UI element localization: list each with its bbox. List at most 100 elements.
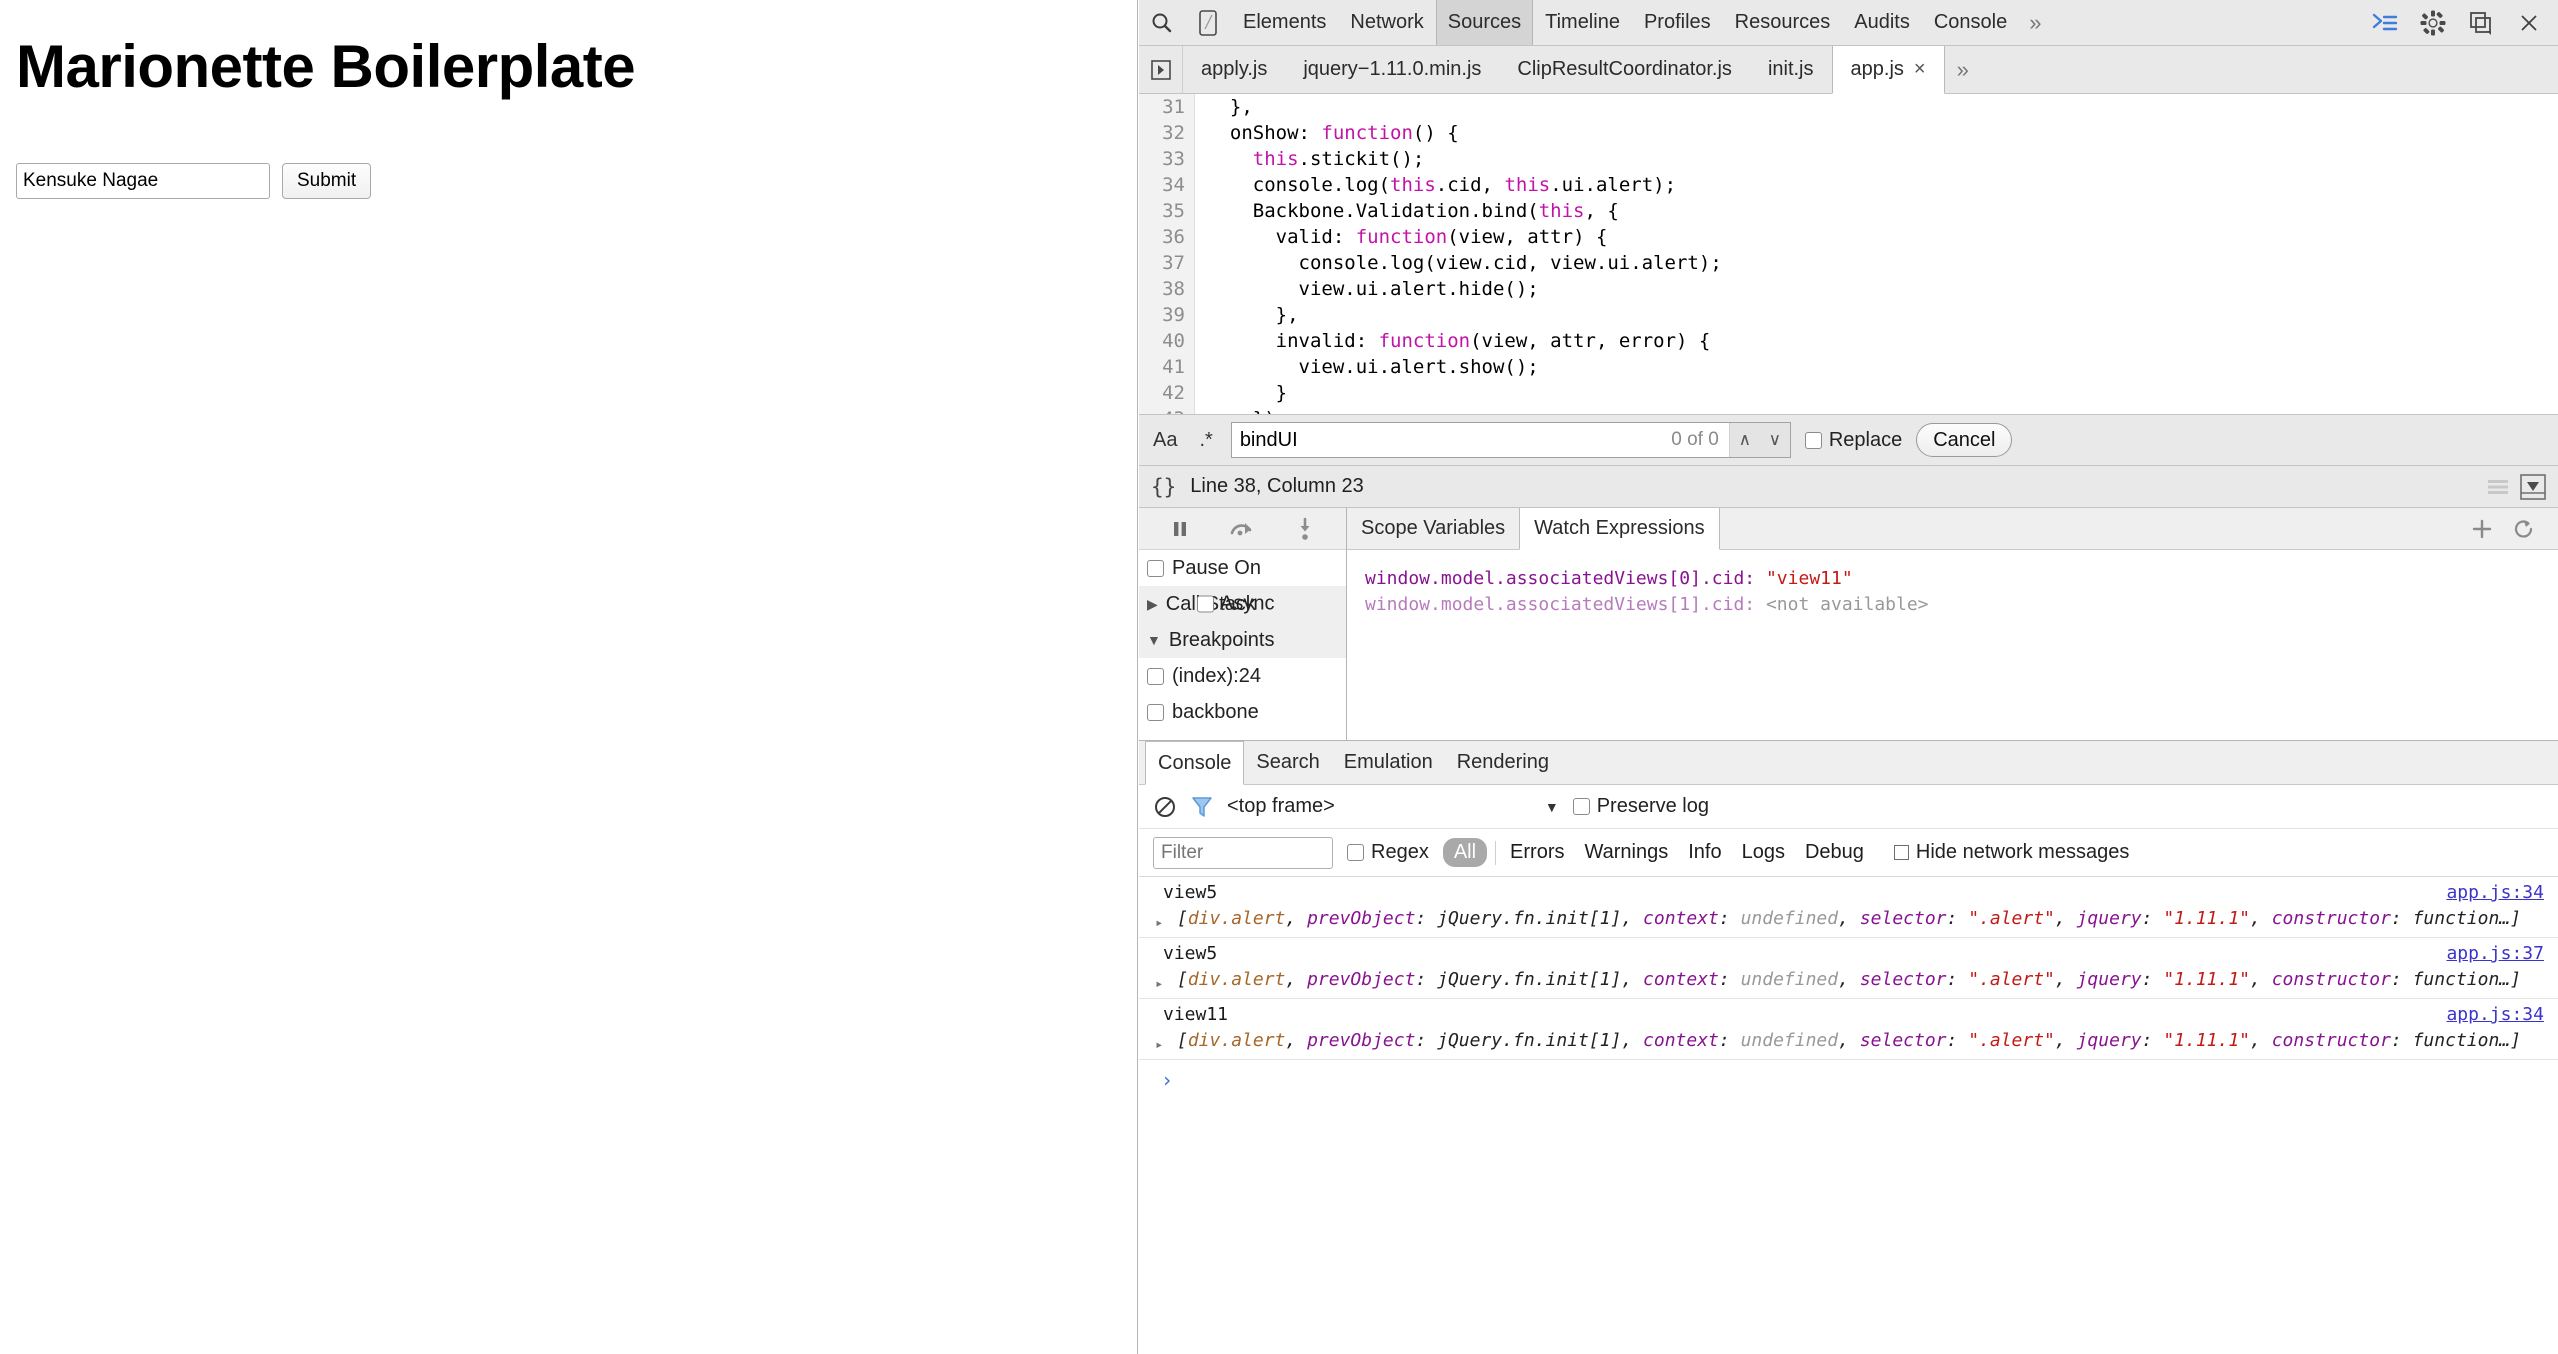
code-line[interactable]: 37 console.log(view.cid, view.ui.alert); — [1139, 250, 2558, 276]
code-line[interactable]: 42 } — [1139, 380, 2558, 406]
filter-input[interactable] — [1153, 836, 1333, 869]
line-number[interactable]: 38 — [1139, 276, 1195, 302]
cancel-button[interactable]: Cancel — [1916, 423, 2013, 457]
console-prompt[interactable]: › — [1139, 1060, 2558, 1101]
execution-context-selector[interactable]: <top frame> ▼ — [1227, 795, 1559, 818]
drawer-tab-console[interactable]: Console — [1145, 741, 1245, 785]
console-level-debug[interactable]: Debug — [1799, 839, 1870, 866]
step-into-icon[interactable] — [1288, 512, 1322, 546]
chevron-down-icon[interactable]: ▼ — [1545, 799, 1559, 815]
preserve-log-checkbox[interactable] — [1572, 798, 1590, 815]
panel-tab-network[interactable]: Network — [1338, 0, 1435, 45]
async-checkbox[interactable] — [1197, 595, 1214, 613]
console-message[interactable]: view5 app.js:37 ▸ [div.alert, prevObject: j… — [1139, 938, 2558, 999]
line-number[interactable]: 31 — [1139, 94, 1195, 120]
sidebar-row-pause-on-exceptions[interactable]: Pause On — [1139, 550, 1346, 586]
source-code-editor[interactable]: 31 }, 32 onShow: function() {33 this.stic… — [1139, 94, 2558, 414]
sidebar-section-breakpoints[interactable]: ▼ Breakpoints — [1139, 622, 1346, 658]
async-checkbox-group[interactable]: Async — [1197, 593, 1274, 616]
code-line[interactable]: 35 Backbone.Validation.bind(this, { — [1139, 198, 2558, 224]
code-line[interactable]: 38 view.ui.alert.hide(); — [1139, 276, 2558, 302]
watch-expression-row[interactable]: window.model.associatedViews[1].cid: <no… — [1365, 592, 2558, 618]
console-level-info[interactable]: Info — [1682, 839, 1727, 866]
close-icon[interactable]: × — [1914, 58, 1926, 81]
sidebar-row-breakpoint-backbone[interactable]: backbone — [1139, 694, 1346, 730]
watch-tab-scope-variables[interactable]: Scope Variables — [1347, 508, 1519, 549]
preserve-log-label[interactable]: Preserve log — [1572, 795, 1709, 818]
console-message-source-link[interactable]: app.js:34 — [2446, 880, 2544, 906]
drawer-tab-search[interactable]: Search — [1244, 741, 1331, 784]
sidebar-row-breakpoint-index-24[interactable]: (index):24 — [1139, 658, 1346, 694]
line-number[interactable]: 35 — [1139, 198, 1195, 224]
code-line[interactable]: 39 }, — [1139, 302, 2558, 328]
code-line[interactable]: 41 view.ui.alert.show(); — [1139, 354, 2558, 380]
hide-network-label[interactable]: Hide network messages — [1893, 841, 2129, 864]
code-line[interactable]: 31 }, — [1139, 94, 2558, 120]
panel-tab-resources[interactable]: Resources — [1723, 0, 1843, 45]
name-input[interactable] — [16, 163, 270, 199]
search-prev-button[interactable]: ∧ — [1730, 423, 1760, 457]
hide-network-checkbox[interactable] — [1893, 845, 1909, 860]
console-message[interactable]: view11 app.js:34 ▸ [div.alert, prevObject: … — [1139, 999, 2558, 1060]
replace-checkbox-label[interactable]: Replace — [1804, 429, 1902, 452]
match-case-toggle[interactable]: Aa — [1149, 429, 1181, 452]
console-level-logs[interactable]: Logs — [1736, 839, 1791, 866]
close-icon[interactable] — [2508, 0, 2550, 46]
sidebar-section-call-stack[interactable]: ▶ Call Stack Async — [1139, 586, 1346, 622]
settings-gear-icon[interactable] — [2412, 0, 2454, 46]
panel-tab-profiles[interactable]: Profiles — [1632, 0, 1723, 45]
file-tab-init-js[interactable]: init.js — [1750, 46, 1832, 93]
dock-side-icon[interactable] — [2460, 0, 2502, 46]
format-lines-icon[interactable] — [2486, 478, 2510, 496]
drawer-tab-rendering[interactable]: Rendering — [1445, 741, 1561, 784]
file-tab-jquery-1-11-0-min-js[interactable]: jquery−1.11.0.min.js — [1285, 46, 1499, 93]
console-message-source-link[interactable]: app.js:37 — [2446, 941, 2544, 967]
panel-tab-sources[interactable]: Sources — [1435, 0, 1534, 45]
console-message-source-link[interactable]: app.js:34 — [2446, 1002, 2544, 1028]
regex-filter-label[interactable]: Regex — [1347, 841, 1429, 864]
code-line[interactable]: 32 onShow: function() { — [1139, 120, 2558, 146]
line-number[interactable]: 43 — [1139, 406, 1195, 414]
line-number[interactable]: 33 — [1139, 146, 1195, 172]
console-level-errors[interactable]: Errors — [1504, 839, 1570, 866]
watch-expression-row[interactable]: window.model.associatedViews[0].cid: "vi… — [1365, 566, 2558, 592]
add-expression-icon[interactable] — [2470, 517, 2494, 541]
device-mode-icon[interactable] — [1185, 0, 1231, 45]
line-number[interactable]: 37 — [1139, 250, 1195, 276]
chevron-right-icon[interactable]: ▶ — [1147, 596, 1158, 613]
pause-on-exceptions-checkbox[interactable] — [1147, 559, 1164, 577]
line-number[interactable]: 40 — [1139, 328, 1195, 354]
code-line[interactable]: 40 invalid: function(view, attr, error) … — [1139, 328, 2558, 354]
console-drawer-icon[interactable] — [2364, 0, 2406, 46]
code-line[interactable]: 33 this.stickit(); — [1139, 146, 2558, 172]
step-over-icon[interactable] — [1225, 512, 1259, 546]
search-input[interactable] — [1231, 423, 1672, 457]
filter-funnel-icon[interactable] — [1191, 795, 1213, 819]
panel-tabs-overflow[interactable]: » — [2019, 0, 2051, 45]
console-level-all[interactable]: All — [1442, 838, 1488, 867]
line-number[interactable]: 34 — [1139, 172, 1195, 198]
pause-resume-icon[interactable] — [1163, 512, 1197, 546]
navigator-toggle-icon[interactable] — [1139, 46, 1183, 93]
code-line[interactable]: 43 }); — [1139, 406, 2558, 414]
dropdown-box-icon[interactable] — [2520, 473, 2546, 500]
panel-tab-console[interactable]: Console — [1922, 0, 2019, 45]
line-number[interactable]: 39 — [1139, 302, 1195, 328]
pretty-print-button[interactable]: {} — [1151, 475, 1176, 499]
expand-triangle-icon[interactable]: ▸ — [1155, 971, 1163, 997]
line-number[interactable]: 42 — [1139, 380, 1195, 406]
file-tab-app-js[interactable]: app.js × — [1831, 46, 1945, 94]
replace-checkbox[interactable] — [1804, 431, 1822, 449]
file-tab-apply-js[interactable]: apply.js — [1183, 46, 1285, 93]
expand-triangle-icon[interactable]: ▸ — [1155, 1032, 1163, 1058]
line-number[interactable]: 32 — [1139, 120, 1195, 146]
watch-tab-watch-expressions[interactable]: Watch Expressions — [1519, 508, 1720, 550]
regex-toggle[interactable]: .* — [1195, 429, 1216, 452]
search-icon[interactable] — [1139, 0, 1185, 45]
search-next-button[interactable]: ∨ — [1760, 423, 1790, 457]
line-number[interactable]: 36 — [1139, 224, 1195, 250]
breakpoint-index-24-checkbox[interactable] — [1147, 667, 1164, 685]
code-line[interactable]: 36 valid: function(view, attr) { — [1139, 224, 2558, 250]
submit-button[interactable]: Submit — [282, 163, 372, 199]
expand-triangle-icon[interactable]: ▸ — [1155, 910, 1163, 936]
